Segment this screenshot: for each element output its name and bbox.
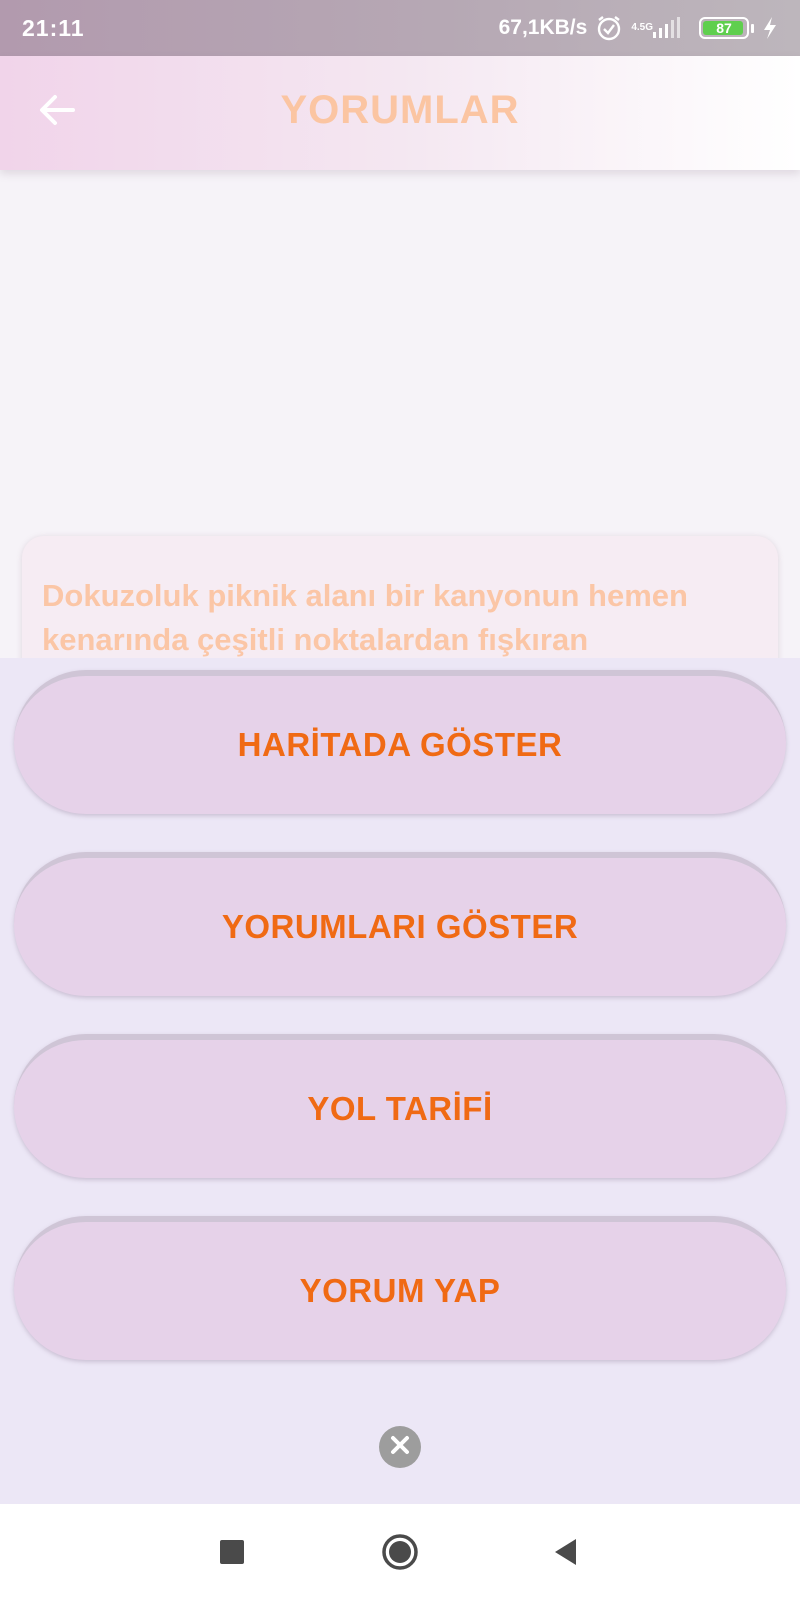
status-right: 67,1KB/s 4.5G 87: [499, 14, 778, 42]
show-on-map-button[interactable]: HARİTADA GÖSTER: [14, 670, 786, 814]
directions-button[interactable]: YOL TARİFİ: [14, 1034, 786, 1178]
description-text: Dokuzoluk piknik alanı bir kanyonun heme…: [42, 578, 688, 657]
signal-icon: 4.5G: [631, 16, 691, 40]
navigation-bar: [0, 1504, 800, 1600]
show-comments-button[interactable]: YORUMLARI GÖSTER: [14, 852, 786, 996]
battery-icon: 87: [699, 17, 749, 39]
add-comment-button[interactable]: YORUM YAP: [14, 1216, 786, 1360]
recent-apps-button[interactable]: [212, 1534, 252, 1574]
recent-apps-icon: [219, 1539, 245, 1570]
close-button[interactable]: [379, 1426, 421, 1468]
network-speed: 67,1KB/s: [498, 16, 588, 39]
network-type: 4.5G: [631, 22, 653, 33]
alarm-icon: [595, 14, 623, 42]
page-title: YORUMLAR: [280, 88, 520, 132]
app-bar: YORUMLAR: [0, 56, 800, 170]
home-button[interactable]: [378, 1532, 422, 1576]
screen: 21:11 67,1KB/s 4.5G 87 YORUMLAR Dokuzolu…: [0, 0, 800, 1600]
status-time: 21:11: [22, 14, 85, 41]
battery-cap: [751, 23, 754, 33]
status-bar: 21:11 67,1KB/s 4.5G 87: [0, 0, 800, 56]
home-icon: [381, 1533, 419, 1576]
close-icon: [389, 1434, 411, 1461]
back-icon: [552, 1537, 580, 1572]
charging-icon: [762, 16, 778, 40]
system-back-button[interactable]: [546, 1534, 586, 1574]
battery-level: 87: [716, 20, 732, 36]
